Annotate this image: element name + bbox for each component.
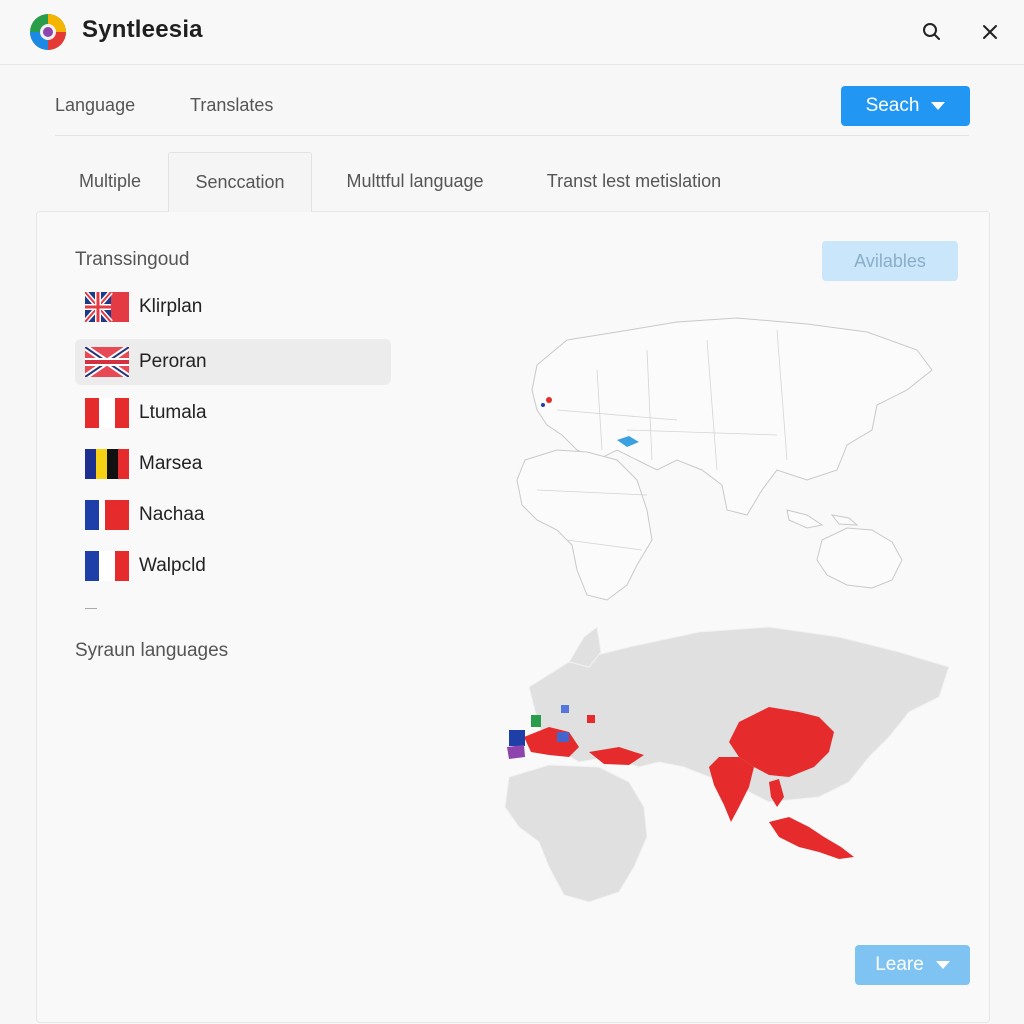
available-button[interactable]: Avilables (822, 241, 958, 281)
chevron-down-icon (935, 961, 950, 969)
list-divider (85, 608, 97, 609)
language-name: Ltumala (139, 402, 207, 423)
nav-link-translates[interactable]: Translates (190, 95, 273, 116)
search-button-label: Seach (865, 95, 920, 116)
leare-button-label: Leare (875, 954, 924, 975)
world-map-highlighted (504, 626, 950, 903)
tab-transt-lest-metislation[interactable]: Transt lest metislation (530, 152, 738, 210)
top-navigation: Language Translates Seach (0, 64, 1024, 136)
tab-multiple[interactable]: Multiple (62, 152, 158, 210)
language-name: Marsea (139, 453, 203, 474)
main-panel: Transsingoud Avilables Klirplan Peroran (36, 211, 990, 1023)
language-item-selected[interactable]: Peroran (75, 339, 391, 385)
secondary-section-title: Syraun languages (75, 640, 229, 661)
nav-link-language[interactable]: Language (55, 95, 135, 116)
language-item[interactable]: Klirplan (75, 284, 391, 330)
close-icon[interactable] (976, 18, 1004, 46)
search-button[interactable]: Seach (841, 86, 970, 126)
chevron-down-icon (931, 102, 946, 110)
world-map-outline (516, 317, 933, 601)
language-name: Nachaa (139, 504, 205, 525)
tab-bar: Multiple Senccation Multtful language Tr… (36, 152, 990, 212)
leare-button[interactable]: Leare (855, 945, 970, 985)
app-logo-icon (30, 14, 66, 50)
blue-red-flag-icon (85, 500, 129, 530)
tab-multtful-language[interactable]: Multtful language (332, 152, 498, 210)
union-jack-flag-icon (85, 292, 129, 322)
title-bar: Syntleesia (0, 0, 1024, 65)
language-item[interactable]: Walpcld (75, 543, 391, 589)
tricolor-flag-icon (85, 449, 129, 479)
blue-white-red-flag-icon (85, 551, 129, 581)
red-white-red-flag-icon (85, 398, 129, 428)
tab-senccation[interactable]: Senccation (168, 152, 312, 212)
language-item[interactable]: Marsea (75, 441, 391, 487)
language-name: Peroran (139, 351, 207, 372)
language-item[interactable]: Nachaa (75, 492, 391, 538)
section-title: Transsingoud (75, 249, 190, 270)
union-jack-flag-icon (85, 347, 129, 377)
nav-divider (55, 135, 969, 136)
language-name: Klirplan (139, 296, 203, 317)
search-icon[interactable] (918, 18, 946, 46)
language-name: Walpcld (139, 555, 206, 576)
language-item[interactable]: Ltumala (75, 390, 391, 436)
app-title: Syntleesia (82, 16, 203, 43)
